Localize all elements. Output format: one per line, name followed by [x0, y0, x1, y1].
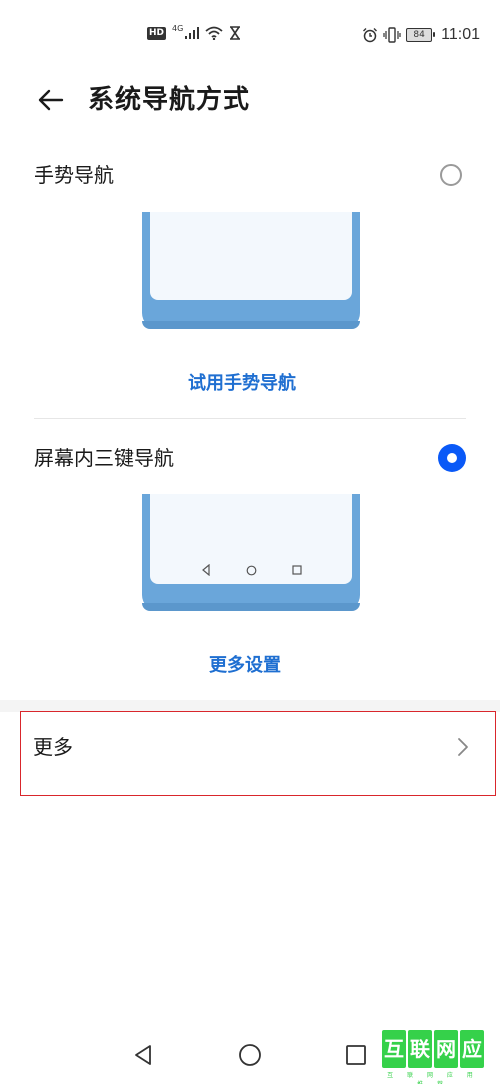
chevron-right-icon [458, 738, 468, 756]
divider [34, 418, 466, 419]
watermark-logo: 互 联 网 应 互 联 网 应 用 推 荐 [382, 1030, 484, 1084]
nav-back-icon [135, 1045, 151, 1065]
nav-home-button[interactable] [235, 1040, 265, 1070]
page-title: 系统导航方式 [88, 85, 251, 115]
option-three-key-label[interactable]: 屏幕内三键导航 [34, 443, 174, 473]
three-key-phone-screen [150, 494, 352, 584]
three-key-radio[interactable] [438, 444, 466, 472]
option-gesture-label[interactable]: 手势导航 [34, 160, 114, 190]
battery-icon: 84 [406, 28, 436, 42]
three-key-phone-illustration [142, 494, 360, 611]
vibrate-icon [383, 27, 401, 43]
wifi-icon [205, 26, 223, 40]
more-row[interactable]: 更多 [20, 711, 496, 796]
back-button[interactable] [30, 82, 70, 118]
nav-home-icon [239, 1044, 261, 1066]
nav-recents-button[interactable] [341, 1040, 371, 1070]
status-left: HD 4G [147, 23, 241, 40]
back-arrow-icon [38, 89, 64, 111]
watermark-subtitle: 互 联 网 应 用 推 荐 [387, 1072, 479, 1084]
screen: HD 4G 84 11:01 系统导航方式 手势导航 试用手势导航 屏幕内三键导… [0, 0, 500, 1084]
more-label: 更多 [33, 735, 73, 759]
network-type: 4G [172, 23, 184, 33]
status-bar: HD 4G 84 11:01 [0, 0, 500, 70]
watermark-char: 应 [460, 1030, 484, 1068]
mini-back-icon [202, 564, 210, 576]
battery-level: 84 [413, 30, 425, 40]
gesture-phone-screen [150, 212, 352, 300]
more-settings-link[interactable]: 更多设置 [209, 652, 281, 680]
gesture-phone-shade [142, 321, 360, 329]
hd-badge: HD [147, 26, 167, 40]
alarm-icon [363, 28, 378, 43]
gesture-radio[interactable] [440, 164, 462, 186]
status-right: 84 11:01 [362, 26, 480, 44]
gesture-phone-illustration [142, 212, 360, 329]
mini-home-icon [246, 565, 257, 576]
watermark-chars: 互 联 网 应 [382, 1030, 484, 1068]
nav-back-button[interactable] [128, 1040, 158, 1070]
try-gesture-link[interactable]: 试用手势导航 [188, 370, 296, 398]
mini-recents-icon [292, 565, 302, 575]
three-key-phone-shade [142, 603, 360, 611]
signal-icon [185, 27, 200, 39]
clock: 11:01 [441, 26, 480, 43]
hourglass-icon [230, 26, 241, 40]
watermark-char: 网 [434, 1030, 458, 1068]
watermark-char: 联 [408, 1030, 432, 1068]
nav-recents-icon [346, 1045, 366, 1065]
watermark-char: 互 [382, 1030, 406, 1068]
